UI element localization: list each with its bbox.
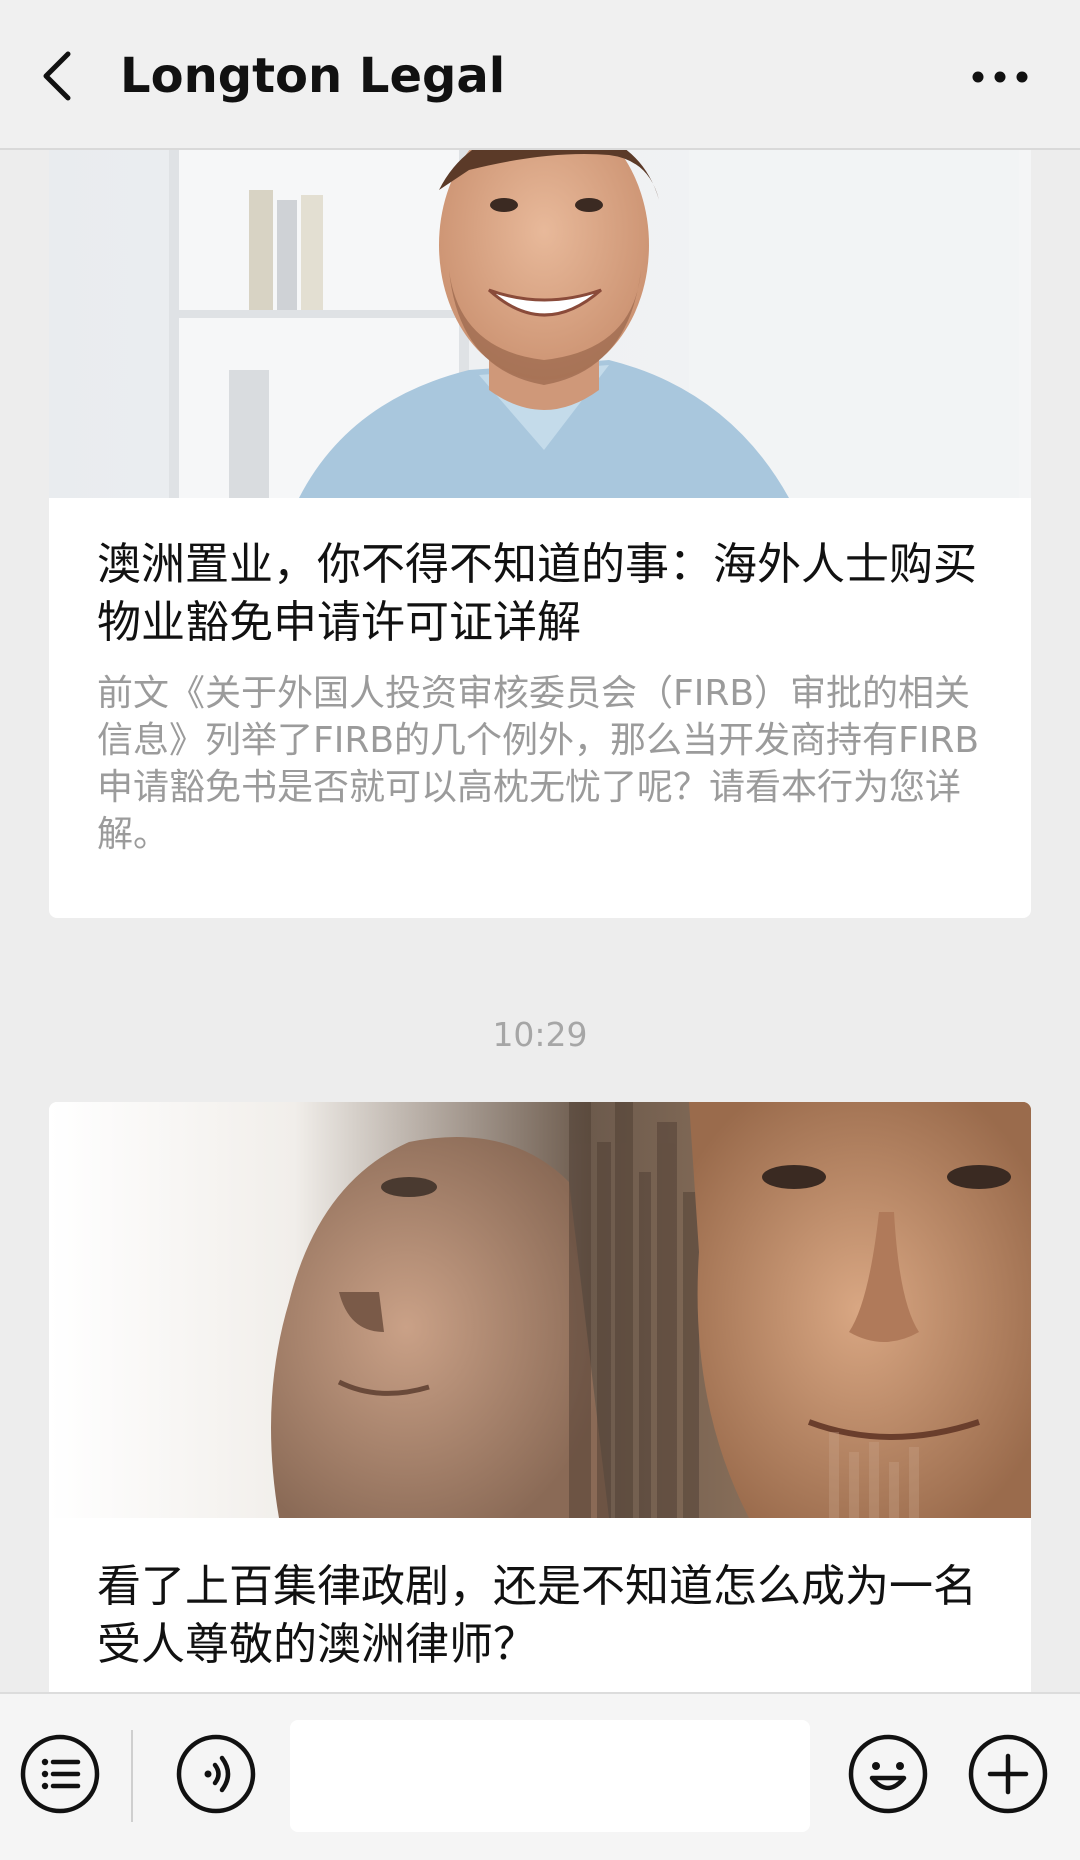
emoji-icon — [848, 1734, 928, 1814]
article-title[interactable]: 澳洲置业，你不得不知道的事：海外人士购买物业豁免申请许可证详解 — [97, 536, 983, 652]
page-title: Longton Legal — [120, 48, 506, 104]
article-title[interactable]: 看了上百集律政剧，还是不知道怎么成为一名受人尊敬的澳洲律师？ — [97, 1558, 983, 1674]
article-cover-image — [49, 150, 1031, 498]
chat-screen: Longton Legal 澳洲置业，你不得不知道的事：海外人士购买物业豁免申请… — [0, 0, 1080, 1860]
voice-button[interactable] — [174, 1732, 258, 1816]
article-cover-image — [49, 1102, 1031, 1518]
plus-icon — [968, 1734, 1048, 1814]
back-button[interactable] — [30, 40, 90, 110]
menu-button[interactable] — [18, 1732, 102, 1816]
more-button[interactable] — [960, 52, 1040, 102]
article-summary: 前文《关于外国人投资审核委员会（FIRB）审批的相关信息》列举了FIRB的几个例… — [97, 673, 980, 855]
article-card[interactable]: 看了上百集律政剧，还是不知道怎么成为一名受人尊敬的澳洲律师？ — [49, 1102, 1031, 1722]
chevron-left-icon — [43, 51, 71, 101]
message-timestamp: 10:29 — [492, 1015, 588, 1054]
header-bar: Longton Legal — [0, 0, 1080, 150]
plus-button[interactable] — [966, 1732, 1050, 1816]
voice-icon — [176, 1734, 256, 1814]
emoji-button[interactable] — [846, 1732, 930, 1816]
more-dots-icon — [972, 71, 1028, 83]
message-input[interactable] — [290, 1720, 810, 1832]
input-bar — [0, 1692, 1080, 1860]
bar-divider — [131, 1730, 133, 1822]
article-card[interactable]: 澳洲置业，你不得不知道的事：海外人士购买物业豁免申请许可证详解 前文《关于外国人… — [49, 150, 1031, 918]
list-menu-icon — [20, 1734, 100, 1814]
